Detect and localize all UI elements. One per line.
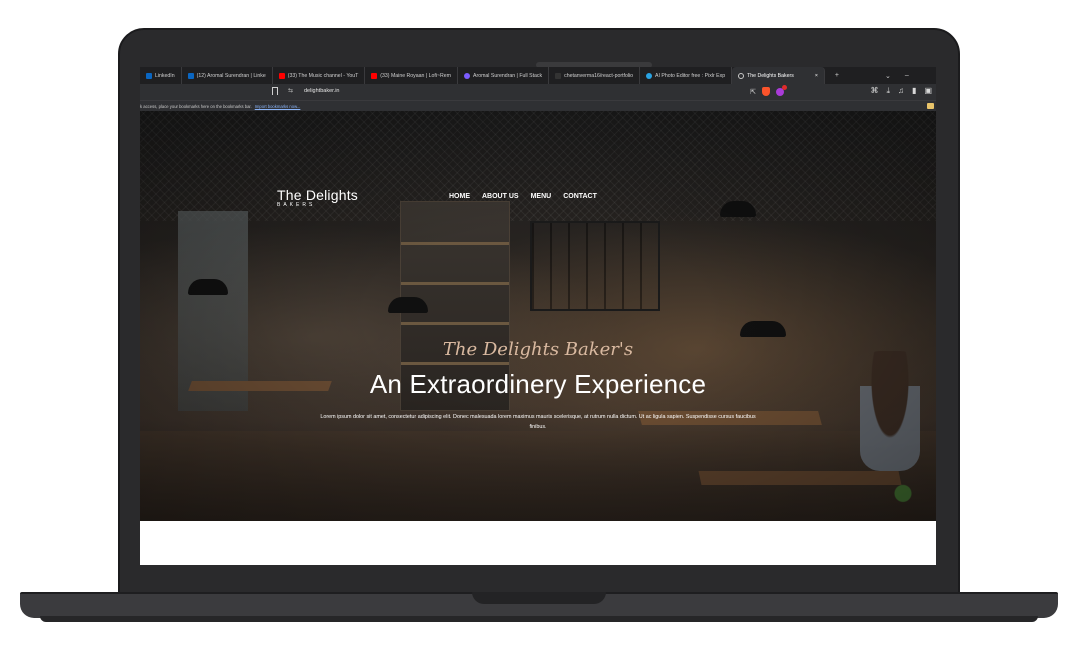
nav-home[interactable]: HOME xyxy=(449,193,470,200)
browser-tab-strip: LinkedIn (12) Aromal Surendran | Linke (… xyxy=(140,67,936,84)
site-nav: HOME ABOUT US MENU CONTACT xyxy=(449,193,597,200)
import-bookmarks-link[interactable]: Import bookmarks now... xyxy=(255,104,301,109)
tab-youtube-music[interactable]: (33) The Music channel - YouT xyxy=(273,67,366,84)
url-field[interactable]: delightbaker.in xyxy=(304,88,339,94)
nav-about-us[interactable]: ABOUT US xyxy=(482,193,519,200)
notification-badge xyxy=(782,84,787,90)
bookmarks-hint: k access, place your bookmarks here on t… xyxy=(140,103,252,109)
youtube-icon xyxy=(278,72,285,79)
globe-icon xyxy=(738,72,745,79)
toolbar-icons: ⌘ ⤓ ♫ ▮ ▣ xyxy=(870,86,932,96)
brave-rewards-icon[interactable] xyxy=(776,84,787,96)
tab-controls: + ⌄ – xyxy=(825,72,909,80)
tab-youtube-lofi[interactable]: (33) Maine Royaan | Lofi~Rem xyxy=(365,67,458,84)
laptop-screen: LinkedIn (12) Aromal Surendran | Linke (… xyxy=(140,67,936,565)
tab-label: (33) Maine Royaan | Lofi~Rem xyxy=(380,72,451,79)
hero-paragraph: Lorem ipsum dolor sit amet, consectetur … xyxy=(320,414,756,430)
tab-portfolio[interactable]: Aromal Surendran | Full Stack xyxy=(458,67,550,84)
folder-icon[interactable] xyxy=(927,103,934,109)
share-icon[interactable]: ⇱ xyxy=(750,88,756,96)
nav-menu[interactable]: MENU xyxy=(531,193,552,200)
laptop-base-shadow xyxy=(40,616,1038,622)
hero-overlay xyxy=(140,111,936,521)
linkedin-icon xyxy=(187,72,194,79)
hero-section: The Delights BAKERS HOME ABOUT US MENU C… xyxy=(140,111,936,521)
tab-linkedin[interactable]: LinkedIn xyxy=(140,67,182,84)
tab-pixlr[interactable]: AI Photo Editor free : Pixlr Exp xyxy=(640,67,733,84)
minimize-button[interactable]: – xyxy=(905,72,909,79)
new-tab-button[interactable]: + xyxy=(835,72,839,79)
tab-label: LinkedIn xyxy=(155,72,175,79)
portfolio-icon xyxy=(464,72,470,79)
tab-label: Aromal Surendran | Full Stack xyxy=(473,72,543,79)
hero-headline: An Extraordinery Experience xyxy=(369,369,707,399)
site-logo[interactable]: The Delights BAKERS xyxy=(277,187,358,208)
site-settings-icon[interactable]: ⇆ xyxy=(288,87,293,94)
script-title: The Delights Baker's xyxy=(442,339,634,360)
tab-label: chetanverma16/react-portfolio xyxy=(564,72,634,79)
tab-label: (33) The Music channel - YouT xyxy=(287,72,359,79)
download-icon[interactable]: ⤓ xyxy=(886,86,890,96)
tab-label: (12) Aromal Surendran | Linke xyxy=(196,72,266,79)
tab-label: AI Photo Editor free : Pixlr Exp xyxy=(655,72,726,79)
brave-shields-icon[interactable] xyxy=(762,87,770,96)
bookmarks-bar: k access, place your bookmarks here on t… xyxy=(140,100,936,111)
address-bar: ⇆ delightbaker.in ⇱ ⌘ ⤓ ♫ ▮ ▣ xyxy=(140,84,936,100)
extensions-icon[interactable]: ⌘ xyxy=(870,86,878,96)
tab-search-button[interactable]: ⌄ xyxy=(885,72,891,80)
address-bar-icons: ⇱ xyxy=(750,84,787,96)
nav-contact[interactable]: CONTACT xyxy=(563,193,597,200)
github-icon xyxy=(555,72,562,79)
pixlr-icon xyxy=(646,72,653,79)
laptop-mockup: LinkedIn (12) Aromal Surendran | Linke (… xyxy=(0,0,1080,663)
wallet-icon[interactable]: ▣ xyxy=(924,86,932,96)
bookmark-icon[interactable] xyxy=(272,87,278,95)
tab-linkedin-profile[interactable]: (12) Aromal Surendran | Linke xyxy=(182,67,273,84)
sidebar-icon[interactable]: ▮ xyxy=(912,86,916,96)
tab-delights-bakers[interactable]: The Delights Bakers × xyxy=(732,67,825,84)
media-icon[interactable]: ♫ xyxy=(898,86,904,96)
brand-title: The Delights xyxy=(277,187,358,203)
tab-label: The Delights Bakers xyxy=(747,72,794,79)
linkedin-icon xyxy=(146,72,152,79)
page-content-area xyxy=(140,521,936,564)
laptop-notch xyxy=(472,592,606,604)
tab-close-icon[interactable]: × xyxy=(815,73,818,79)
youtube-icon xyxy=(371,72,378,79)
tab-github[interactable]: chetanverma16/react-portfolio xyxy=(549,67,641,84)
